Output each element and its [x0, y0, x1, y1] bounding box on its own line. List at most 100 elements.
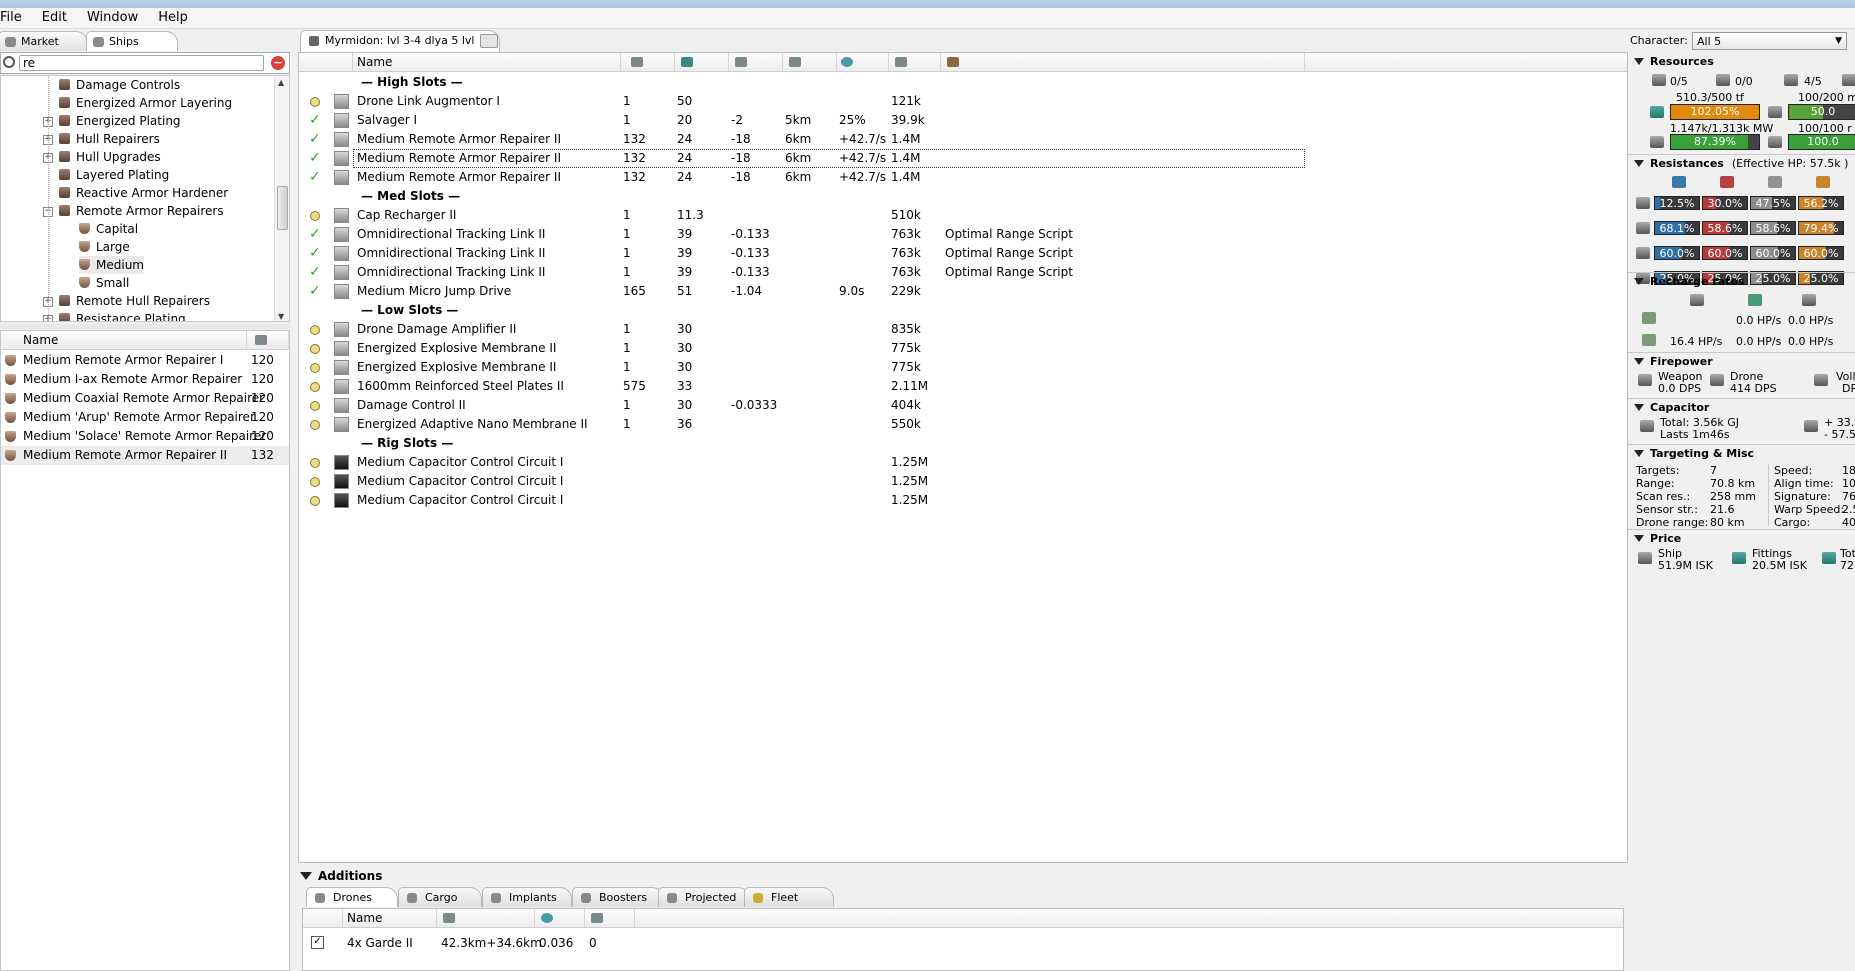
tab-ships[interactable]: Ships [86, 31, 178, 51]
tab-boosters[interactable]: Boosters [572, 887, 664, 907]
tree-item[interactable]: Capital [79, 220, 138, 238]
module-active-icon[interactable]: ✓ [309, 111, 321, 130]
module-row[interactable]: ✓ Omnidirectional Tracking Link II 1 39 -0.1… [299, 225, 1299, 244]
result-row[interactable]: Medium I-ax Remote Armor Repairer 120 [1, 370, 289, 389]
price-header[interactable]: Price [1632, 531, 1681, 547]
result-row[interactable]: Medium Remote Armor Repairer I 120 [1, 351, 289, 370]
module-row[interactable]: Energized Adaptive Nano Membrane II 1 36 55… [299, 415, 1299, 434]
tree-item[interactable]: Damage Controls [59, 76, 180, 94]
module-online-icon[interactable] [310, 325, 320, 335]
module-row[interactable]: ✓ Medium Micro Jump Drive 165 51 -1.04 9.0s 22… [299, 282, 1299, 301]
module-active-icon[interactable]: ✓ [309, 149, 321, 168]
scroll-up-icon[interactable]: ▲ [278, 78, 284, 87]
tab-fleet[interactable]: Fleet [744, 887, 834, 907]
menu-file[interactable]: File [0, 8, 30, 25]
header-capacitor[interactable] [729, 53, 783, 71]
tab-implants[interactable]: Implants [482, 887, 572, 907]
module-row[interactable]: Drone Link Augmentor I 1 50 121k [299, 92, 1299, 111]
menu-help[interactable]: Help [146, 8, 196, 25]
module-active-icon[interactable]: ✓ [309, 225, 321, 244]
module-online-icon[interactable] [310, 420, 320, 430]
browser-splitter[interactable] [0, 324, 290, 329]
character-select[interactable]: All 5 ▼ [1692, 32, 1847, 50]
tree-item[interactable]: Resistance Plating [59, 310, 186, 321]
tab-drones[interactable]: Drones [306, 887, 398, 907]
module-active-icon[interactable]: ✓ [309, 282, 321, 301]
module-row[interactable]: ✓ Omnidirectional Tracking Link II 1 39 -0.1… [299, 244, 1299, 263]
header-price[interactable] [889, 53, 941, 71]
module-row[interactable]: ✓ Salvager I 1 20 -2 5km 25% 39.9k [299, 111, 1299, 130]
module-online-icon[interactable] [310, 344, 320, 354]
module-row[interactable]: Medium Capacitor Control Circuit I 1.25M [299, 491, 1299, 510]
header-powergrid[interactable] [675, 53, 729, 71]
new-tab-button[interactable] [480, 34, 498, 48]
scroll-thumb[interactable] [277, 186, 288, 230]
tree-item[interactable]: Layered Plating [59, 166, 169, 184]
tab-projected[interactable]: Projected [658, 887, 750, 907]
tree-item[interactable]: Reactive Armor Hardener [59, 184, 228, 202]
targeting-header[interactable]: Targeting & Misc [1632, 446, 1754, 462]
header-cpu[interactable] [621, 53, 675, 71]
header-charge[interactable] [941, 53, 1305, 71]
module-row[interactable]: Energized Explosive Membrane II 1 30 775k [299, 339, 1299, 358]
module-row[interactable]: 1600mm Reinforced Steel Plates II 575 33 2.… [299, 377, 1299, 396]
market-search-input[interactable]: re [19, 55, 264, 71]
result-row[interactable]: Medium 'Solace' Remote Armor Repairer 120 [1, 427, 289, 446]
tree-item[interactable]: Energized Plating [59, 112, 181, 130]
tree-item[interactable]: Hull Upgrades [59, 148, 161, 166]
tree-item[interactable]: Remote Armor Repairers [59, 202, 224, 220]
module-active-icon[interactable]: ✓ [309, 263, 321, 282]
capacitor-header[interactable]: Capacitor [1632, 400, 1709, 416]
resources-header[interactable]: Resources [1632, 54, 1714, 70]
clear-search-button[interactable]: − [271, 56, 285, 70]
resistances-header[interactable]: Resistances (Effective HP: 57.5k ) [1632, 156, 1848, 172]
module-row[interactable]: ✓ Omnidirectional Tracking Link II 1 39 -0.1… [299, 263, 1299, 282]
tree-item[interactable]: Medium [79, 256, 144, 274]
module-active-icon[interactable]: ✓ [309, 168, 321, 187]
module-row[interactable]: ✓ Medium Remote Armor Repairer II 132 24 -18… [299, 168, 1299, 187]
module-online-icon[interactable] [310, 382, 320, 392]
drone-active-checkbox[interactable]: ✓ [311, 936, 324, 949]
module-online-icon[interactable] [310, 97, 320, 107]
module-online-icon[interactable] [310, 458, 320, 468]
result-row[interactable]: Medium 'Arup' Remote Armor Repairer 120 [1, 408, 289, 427]
tree-item[interactable]: Remote Hull Repairers [59, 292, 210, 310]
module-online-icon[interactable] [310, 477, 320, 487]
tab-cargo[interactable]: Cargo [398, 887, 482, 907]
module-row[interactable]: Drone Damage Amplifier II 1 30 835k [299, 320, 1299, 339]
module-row[interactable]: Medium Capacitor Control Circuit I 1.25M [299, 453, 1299, 472]
module-row[interactable]: Damage Control II 1 30 -0.0333 404k [299, 396, 1299, 415]
module-row[interactable]: Medium Capacitor Control Circuit I 1.25M [299, 472, 1299, 491]
drones-header-bw[interactable] [585, 909, 635, 927]
tree-item[interactable]: Small [79, 274, 129, 292]
tree-item[interactable]: Energized Armor Layering [59, 94, 232, 112]
recharge-header[interactable]: Recharge rates [1632, 274, 1744, 290]
tree-item[interactable]: Large [79, 238, 130, 256]
result-row[interactable]: Medium Coaxial Remote Armor Repairer 120 [1, 389, 289, 408]
module-active-icon[interactable]: ✓ [309, 130, 321, 149]
module-online-icon[interactable] [310, 363, 320, 373]
module-row[interactable]: Energized Explosive Membrane II 1 30 775k [299, 358, 1299, 377]
header-effect[interactable] [837, 53, 889, 71]
result-row[interactable]: Medium Remote Armor Repairer II 132 [1, 446, 289, 465]
additions-header[interactable]: Additions [298, 866, 1628, 886]
tree-item[interactable]: Hull Repairers [59, 130, 160, 148]
header-name[interactable]: Name [353, 53, 621, 71]
module-row[interactable]: ✓ Medium Remote Armor Repairer II 132 24 -18… [299, 130, 1299, 149]
results-header-name[interactable]: Name [1, 331, 247, 349]
menu-window[interactable]: Window [75, 8, 146, 25]
fitting-tab[interactable]: Myrmidon: lvl 3-4 dlya 5 lvl⊗ [300, 30, 500, 52]
menu-edit[interactable]: Edit [30, 8, 75, 25]
module-row[interactable]: Cap Recharger II 1 11.3 510k [299, 206, 1299, 225]
module-online-icon[interactable] [310, 211, 320, 221]
drones-header-name[interactable]: Name [343, 909, 437, 927]
module-online-icon[interactable] [310, 401, 320, 411]
tree-scrollbar[interactable]: ▲ ▼ [274, 76, 289, 321]
header-range[interactable] [783, 53, 837, 71]
results-header-cpu[interactable] [247, 331, 289, 349]
scroll-down-icon[interactable]: ▼ [278, 312, 284, 321]
drones-header-speed[interactable] [535, 909, 585, 927]
module-online-icon[interactable] [310, 496, 320, 506]
tab-market[interactable]: Market [0, 31, 88, 51]
module-active-icon[interactable]: ✓ [309, 244, 321, 263]
